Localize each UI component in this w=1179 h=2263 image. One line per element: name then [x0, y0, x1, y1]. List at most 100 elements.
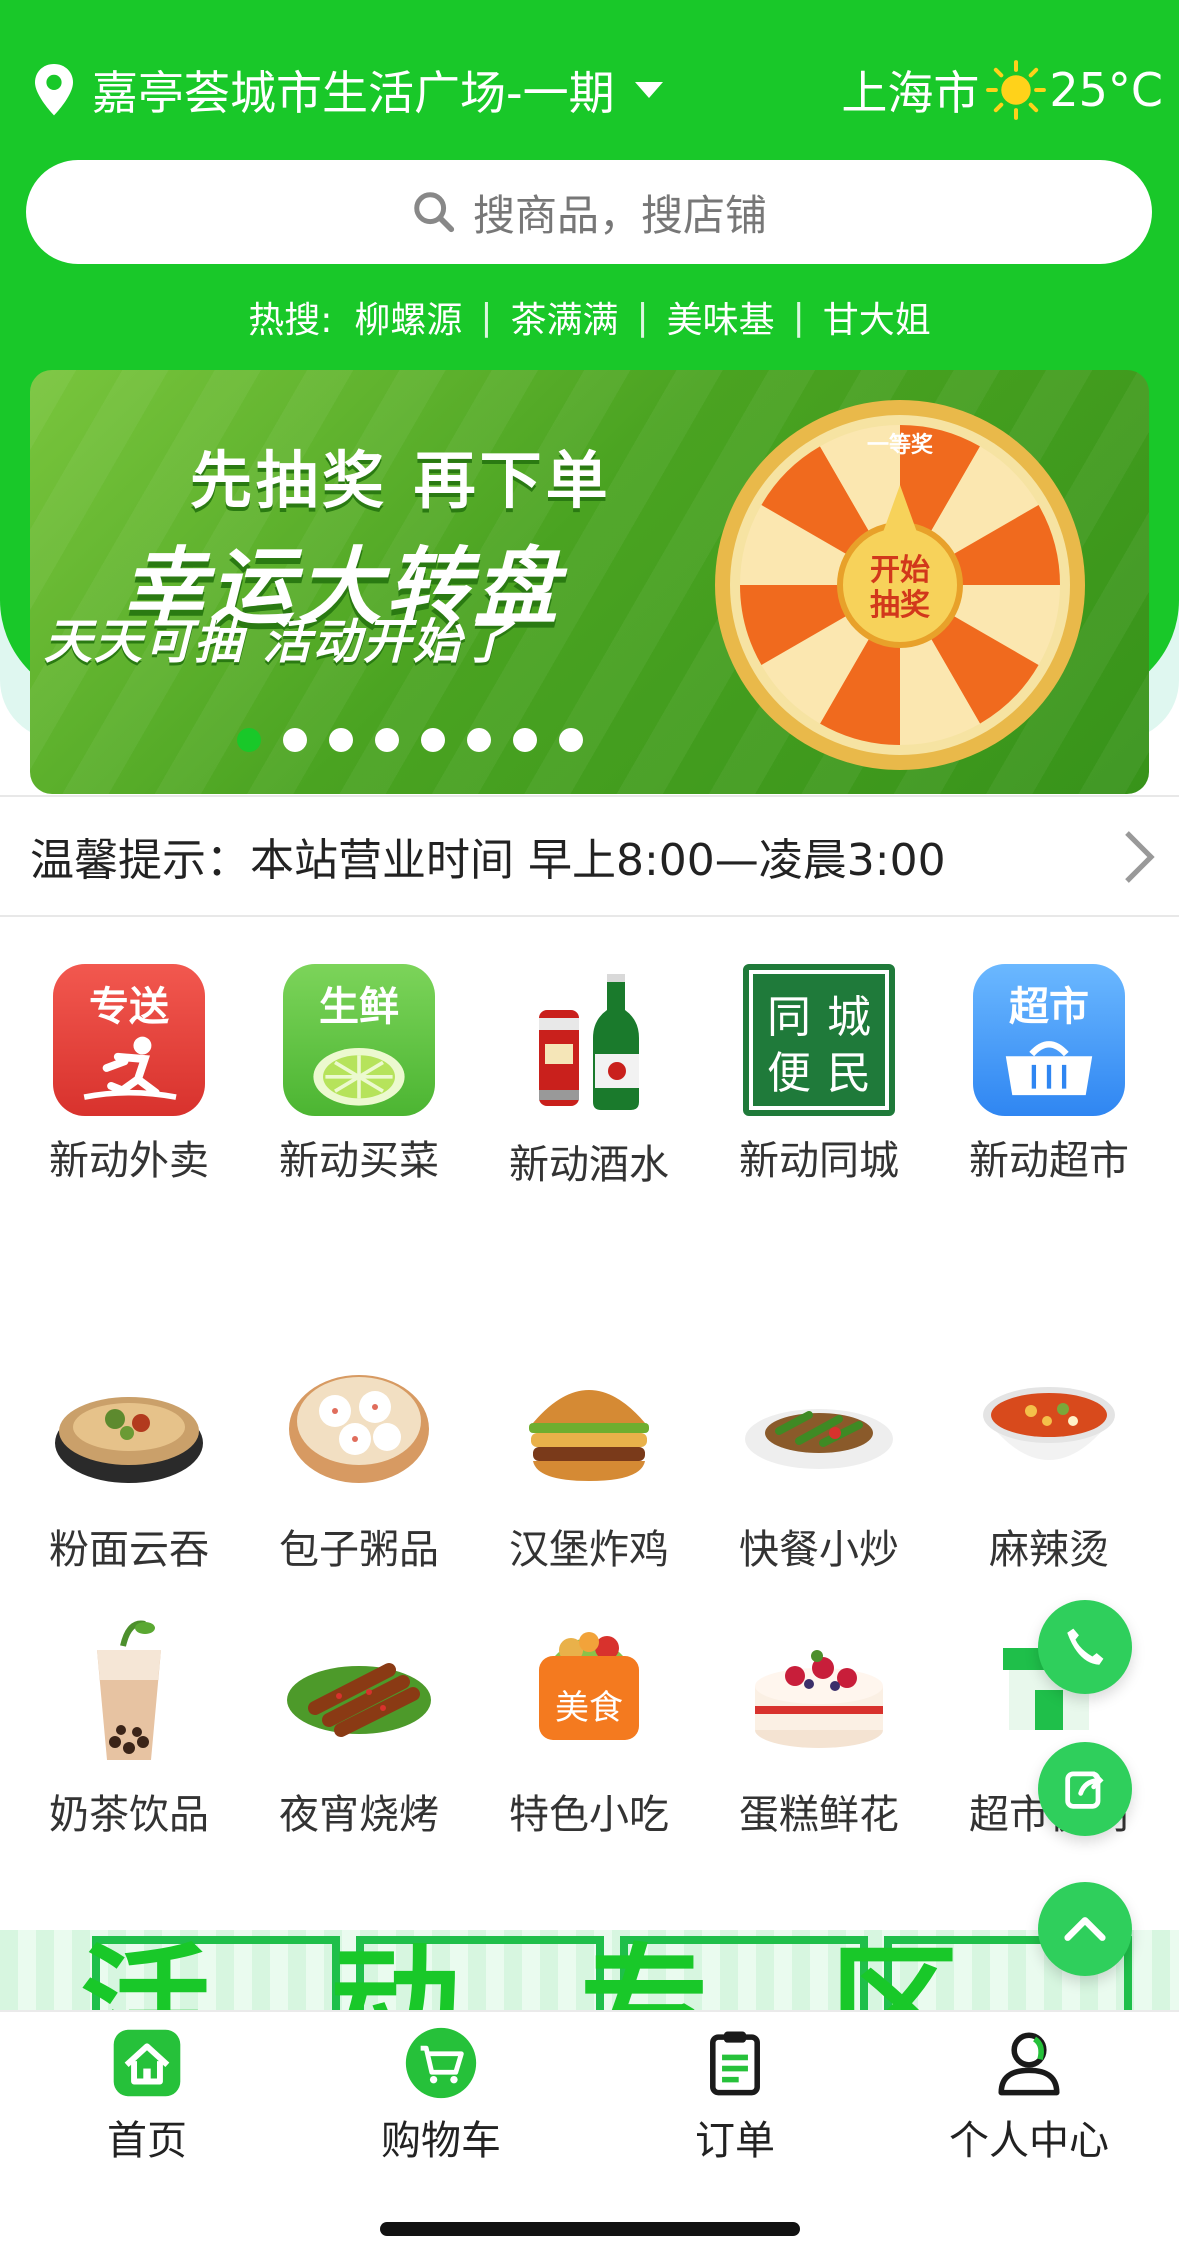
category-label: 蛋糕鲜花 [739, 1792, 899, 1838]
carousel-dot[interactable] [421, 728, 445, 752]
category-milk-tea[interactable]: 奶茶饮品 [14, 1610, 244, 1840]
carousel-dot[interactable] [375, 728, 399, 752]
prize-wheel-icon: 开始 抽奖 一等奖 [715, 400, 1085, 770]
back-to-top-button[interactable] [1038, 1882, 1132, 1976]
category-local[interactable]: 同 城 便 民 新动同城 [704, 960, 934, 1186]
weather-widget[interactable]: 上海市 25°C [841, 58, 1163, 122]
divider: | [792, 296, 805, 338]
category-fresh[interactable]: 生鲜 新动买菜 [244, 960, 474, 1186]
category-noodles[interactable]: 粉面云吞 [14, 1345, 244, 1575]
phone-icon [1067, 1628, 1104, 1665]
carousel-dot[interactable] [559, 728, 583, 752]
burger-icon [509, 1345, 669, 1505]
promo-banner[interactable]: 先抽奖 再下单 幸运大转盘 天天可抽 活动开始了 开始 抽奖 一等奖 [30, 370, 1149, 794]
category-label: 奶茶饮品 [49, 1792, 209, 1838]
category-snack[interactable]: 美食 特色小吃 [474, 1610, 704, 1840]
home-icon [113, 2029, 181, 2097]
milk-tea-icon [49, 1610, 209, 1770]
category-label: 新动外卖 [49, 1138, 209, 1184]
carousel-dot[interactable] [513, 728, 537, 752]
snack-icon: 美食 [509, 1610, 669, 1770]
carousel-indicators [30, 728, 790, 752]
local-convenience-icon: 同 城 便 民 [743, 964, 895, 1116]
carousel-dot[interactable] [467, 728, 491, 752]
activity-zone-title: 活动专区 [80, 1931, 1081, 2010]
delivery-icon: 专送 [53, 964, 205, 1116]
wheel-top-prize: 一等奖 [867, 432, 934, 458]
business-hours-notice[interactable]: 温馨提示：本站营业时间 早上8:00—凌晨3:00 [0, 795, 1179, 917]
beer-icon [509, 960, 669, 1120]
search-icon [414, 192, 455, 233]
chevron-up-icon [1064, 1917, 1106, 1941]
wheel-center-line1: 开始 [870, 553, 930, 588]
dumplings-icon [279, 1345, 439, 1505]
category-label: 粉面云吞 [49, 1527, 209, 1573]
location-selector[interactable]: 嘉亭荟城市生活广场-一期 [30, 58, 663, 122]
local-badge-char: 同 [767, 992, 811, 1043]
bbq-icon [279, 1610, 439, 1770]
home-indicator [380, 2222, 800, 2236]
carousel-dot[interactable] [283, 728, 307, 752]
local-badge-char: 城 [827, 992, 871, 1043]
category-label: 新动酒水 [509, 1142, 669, 1188]
hot-search-term[interactable]: 茶满满 [510, 291, 618, 343]
category-dumplings[interactable]: 包子粥品 [244, 1345, 474, 1575]
tab-label: 购物车 [381, 2118, 501, 2164]
share-button[interactable] [1038, 1742, 1132, 1836]
tab-label: 首页 [107, 2118, 187, 2164]
local-badge-char: 民 [827, 1048, 871, 1099]
tab-home[interactable]: 首页 [22, 2026, 272, 2166]
category-stir-fry[interactable]: 快餐小炒 [704, 1345, 934, 1575]
tab-label: 订单 [695, 2118, 775, 2164]
chevron-down-icon [634, 82, 663, 98]
category-spicy-soup[interactable]: 麻辣烫 [934, 1345, 1164, 1575]
hot-search-row: 热搜: 柳螺源 | 茶满满 | 美味基 | 甘大姐 [0, 292, 1179, 342]
category-cake[interactable]: 蛋糕鲜花 [704, 1610, 934, 1840]
location-pin-icon [35, 64, 73, 116]
category-label: 包子粥品 [279, 1527, 439, 1573]
category-label: 汉堡炸鸡 [509, 1527, 669, 1573]
category-label: 夜宵烧烤 [279, 1792, 439, 1838]
carousel-dot[interactable] [237, 728, 261, 752]
category-label: 麻辣烫 [989, 1527, 1109, 1573]
hot-search-term[interactable]: 柳螺源 [354, 291, 462, 343]
category-burger[interactable]: 汉堡炸鸡 [474, 1345, 704, 1575]
category-delivery[interactable]: 专送 新动外卖 [14, 960, 244, 1186]
spicy-soup-icon [969, 1345, 1129, 1505]
cart-icon [405, 2027, 477, 2099]
location-text: 嘉亭荟城市生活广场-一期 [92, 66, 615, 120]
tab-orders[interactable]: 订单 [610, 2026, 860, 2166]
tab-label: 个人中心 [949, 2118, 1109, 2164]
sun-icon [986, 60, 1047, 120]
category-label: 新动同城 [739, 1138, 899, 1184]
delivery-badge-text: 专送 [89, 984, 169, 1030]
call-button[interactable] [1038, 1600, 1132, 1694]
supermarket-icon: 超市 [973, 964, 1125, 1116]
fresh-badge-text: 生鲜 [319, 984, 399, 1030]
fresh-food-icon: 生鲜 [283, 964, 435, 1116]
carousel-dot[interactable] [329, 728, 353, 752]
order-icon [710, 2031, 760, 2096]
category-supermarket[interactable]: 超市 新动超市 [934, 960, 1164, 1186]
banner-subtitle: 天天可抽 活动开始了 [44, 614, 513, 670]
wheel-center-line2: 抽奖 [870, 588, 930, 623]
temperature: 25°C [1049, 63, 1163, 117]
supermarket-badge-text: 超市 [1009, 984, 1089, 1030]
hot-search-term[interactable]: 甘大姐 [823, 291, 931, 343]
city-name: 上海市 [841, 66, 980, 120]
activity-zone-banner[interactable]: 活动专区 [0, 1930, 1179, 2010]
user-icon [998, 2032, 1060, 2096]
category-drinks[interactable]: 新动酒水 [474, 960, 704, 1190]
search-input[interactable]: 搜商品，搜店铺 [26, 160, 1152, 264]
hot-search-term[interactable]: 美味基 [667, 291, 775, 343]
category-label: 特色小吃 [509, 1792, 669, 1838]
divider: | [636, 296, 649, 338]
category-bbq[interactable]: 夜宵烧烤 [244, 1610, 474, 1840]
share-icon [1065, 1771, 1104, 1809]
cake-icon [739, 1610, 899, 1770]
banner-headline: 先抽奖 再下单 [190, 444, 612, 517]
tab-profile[interactable]: 个人中心 [904, 2026, 1154, 2166]
notice-text: 温馨提示：本站营业时间 早上8:00—凌晨3:00 [30, 835, 946, 886]
tab-cart[interactable]: 购物车 [316, 2026, 566, 2166]
category-label: 新动超市 [969, 1138, 1129, 1184]
